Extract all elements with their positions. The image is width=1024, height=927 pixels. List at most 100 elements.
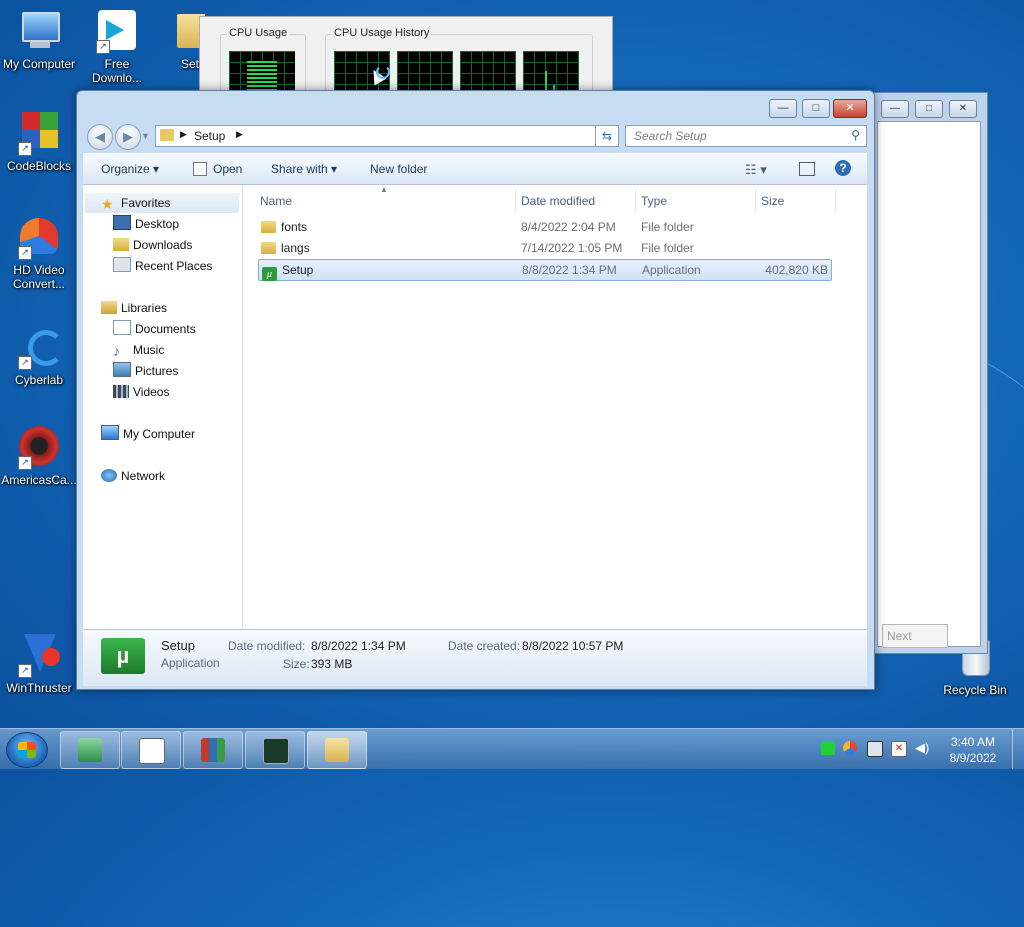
column-divider[interactable] [515,189,516,213]
file-row[interactable]: langs 7/14/2022 1:05 PM File folder [258,238,830,258]
desktop-icon-free-download[interactable]: ↗ Free Downlo... [78,8,156,85]
desktop-icon-setup[interactable]: Setup [157,8,205,71]
file-list[interactable]: ▲ Name Date modified Type Size fonts 8/4… [243,185,867,629]
maximize-button[interactable]: □ [915,100,943,118]
folder-icon [160,129,174,141]
installer-dialog-window[interactable]: — □ ✕ Next [870,92,988,654]
desktop-icon-codeblocks[interactable]: ↗ CodeBlocks [0,110,78,173]
start-button[interactable] [6,732,48,768]
back-button[interactable]: ◀ [87,124,113,150]
codeblocks-icon: ↗ [16,110,62,156]
desktop-icon-label: HD Video Convert... [12,263,66,291]
installer-content: Next [877,121,981,648]
music-note-icon: ♪ [113,343,120,359]
desktop-icon-my-computer[interactable]: My Computer [0,8,78,71]
desktop-icon-label: My Computer [2,57,76,71]
desktop-icon-cyberlab[interactable]: ↗ Cyberlab [0,324,78,387]
winthruster-icon: ↗ [16,632,62,678]
shortcut-arrow-icon: ↗ [96,40,110,54]
new-folder-button[interactable]: New folder [370,162,427,176]
explorer-window[interactable]: — □ ✕ ◀ ▶ ▼ ▶ Setup ▶ ▼ ⇆ Search Setup ⚲… [76,90,875,690]
desktop-icon-winthruster[interactable]: ↗ WinThruster [0,632,78,695]
taskbar-button-installer[interactable] [60,731,120,769]
breadcrumb-arrow-icon: ▶ [180,129,187,139]
busy-spinner-icon [376,65,390,79]
libraries-icon [101,301,117,314]
windows-logo-icon [18,742,36,758]
nav-downloads[interactable]: Downloads [113,235,192,255]
column-header-type[interactable]: Type [641,191,667,211]
breadcrumb-setup[interactable]: Setup [194,129,225,143]
nav-label: Desktop [135,217,180,231]
maximize-button[interactable]: □ [802,99,830,118]
downloads-folder-icon [113,238,129,251]
column-header-name[interactable]: Name [260,191,292,211]
column-divider[interactable] [755,189,756,213]
minimize-button[interactable]: — [881,100,909,118]
column-divider[interactable] [635,189,636,213]
nav-label: Favorites [121,196,171,210]
taskbar-button-archive[interactable] [183,731,243,769]
video-converter-icon: ↗ [16,214,62,260]
column-divider[interactable] [835,189,836,213]
star-icon: ★ [101,196,114,212]
clock[interactable]: 3:40 AM 8/9/2022 [942,734,1004,766]
nav-recent-places[interactable]: Recent Places [113,256,212,276]
organize-button[interactable]: Organize ▾ [101,162,159,176]
desktop-icon [113,215,131,230]
nav-favorites[interactable]: ★ Favorites [101,193,170,213]
search-icon: ⚲ [851,128,860,142]
share-with-button[interactable]: Share with ▾ [271,162,337,176]
desktop-icon-hd-video-converter[interactable]: ↗ HD Video Convert... [0,214,78,291]
desktop-icon-americas-cardroom[interactable]: ↗ AmericasCa... [0,424,78,487]
search-box[interactable]: Search Setup ⚲ [625,125,867,147]
preview-pane-icon[interactable] [799,162,815,176]
nav-videos[interactable]: Videos [113,382,169,402]
recent-pages-dropdown-icon[interactable]: ▼ [141,131,150,141]
close-button[interactable]: ✕ [949,100,977,118]
taskbar-button-document[interactable] [121,731,181,769]
show-desktop-button[interactable] [1012,729,1024,769]
nav-label: Network [121,469,166,483]
file-row[interactable]: fonts 8/4/2022 2:04 PM File folder [258,217,830,237]
nav-network[interactable]: Network [101,466,165,486]
tray-network-icon[interactable] [867,741,883,757]
help-icon[interactable]: ? [835,160,851,176]
address-bar[interactable]: ▶ Setup ▶ ▼ [155,125,619,147]
tray-app-icon[interactable] [843,741,857,755]
minimize-button[interactable]: — [769,99,797,118]
taskbar-button-explorer[interactable] [307,731,367,769]
desktop-icon-label: CodeBlocks [6,159,72,173]
refresh-icon[interactable]: ⇆ [595,126,618,146]
computer-icon [16,8,62,54]
nav-label: Downloads [133,238,193,252]
forward-button[interactable]: ▶ [115,124,141,150]
network-icon [101,469,117,482]
nav-label: Recent Places [135,259,213,273]
sort-ascending-icon: ▲ [380,185,388,194]
tray-action-center-icon[interactable]: ✕ [891,741,907,757]
details-date-modified: 8/8/2022 1:34 PM [311,639,406,653]
shortcut-arrow-icon: ↗ [18,142,32,156]
nav-music[interactable]: ♪ Music [113,340,164,360]
column-header-size[interactable]: Size [761,191,784,211]
view-options-icon[interactable]: ☷ ▾ [745,162,767,178]
tray-green-status-icon[interactable] [821,741,835,755]
pictures-icon [113,362,131,377]
close-button[interactable]: ✕ [833,99,867,118]
breadcrumb-arrow-icon[interactable]: ▶ [236,129,243,140]
nav-libraries[interactable]: Libraries [101,298,167,318]
taskbar-button-task-manager[interactable] [245,731,305,769]
tray-volume-icon[interactable]: ◀) [915,741,929,755]
file-date: 8/4/2022 2:04 PM [521,220,616,234]
nav-my-computer[interactable]: My Computer [101,424,195,444]
next-button[interactable]: Next [882,624,948,648]
file-row-selected[interactable]: µ Setup 8/8/2022 1:34 PM Application 402… [258,259,832,281]
search-input[interactable]: Search Setup [634,129,707,143]
command-bar: Organize ▾ Open Share with ▾ New folder … [83,153,867,185]
open-button[interactable]: Open [213,162,242,176]
nav-pictures[interactable]: Pictures [113,361,178,381]
nav-documents[interactable]: Documents [113,319,196,339]
nav-desktop[interactable]: Desktop [113,214,179,234]
column-header-date-modified[interactable]: Date modified [521,191,595,211]
